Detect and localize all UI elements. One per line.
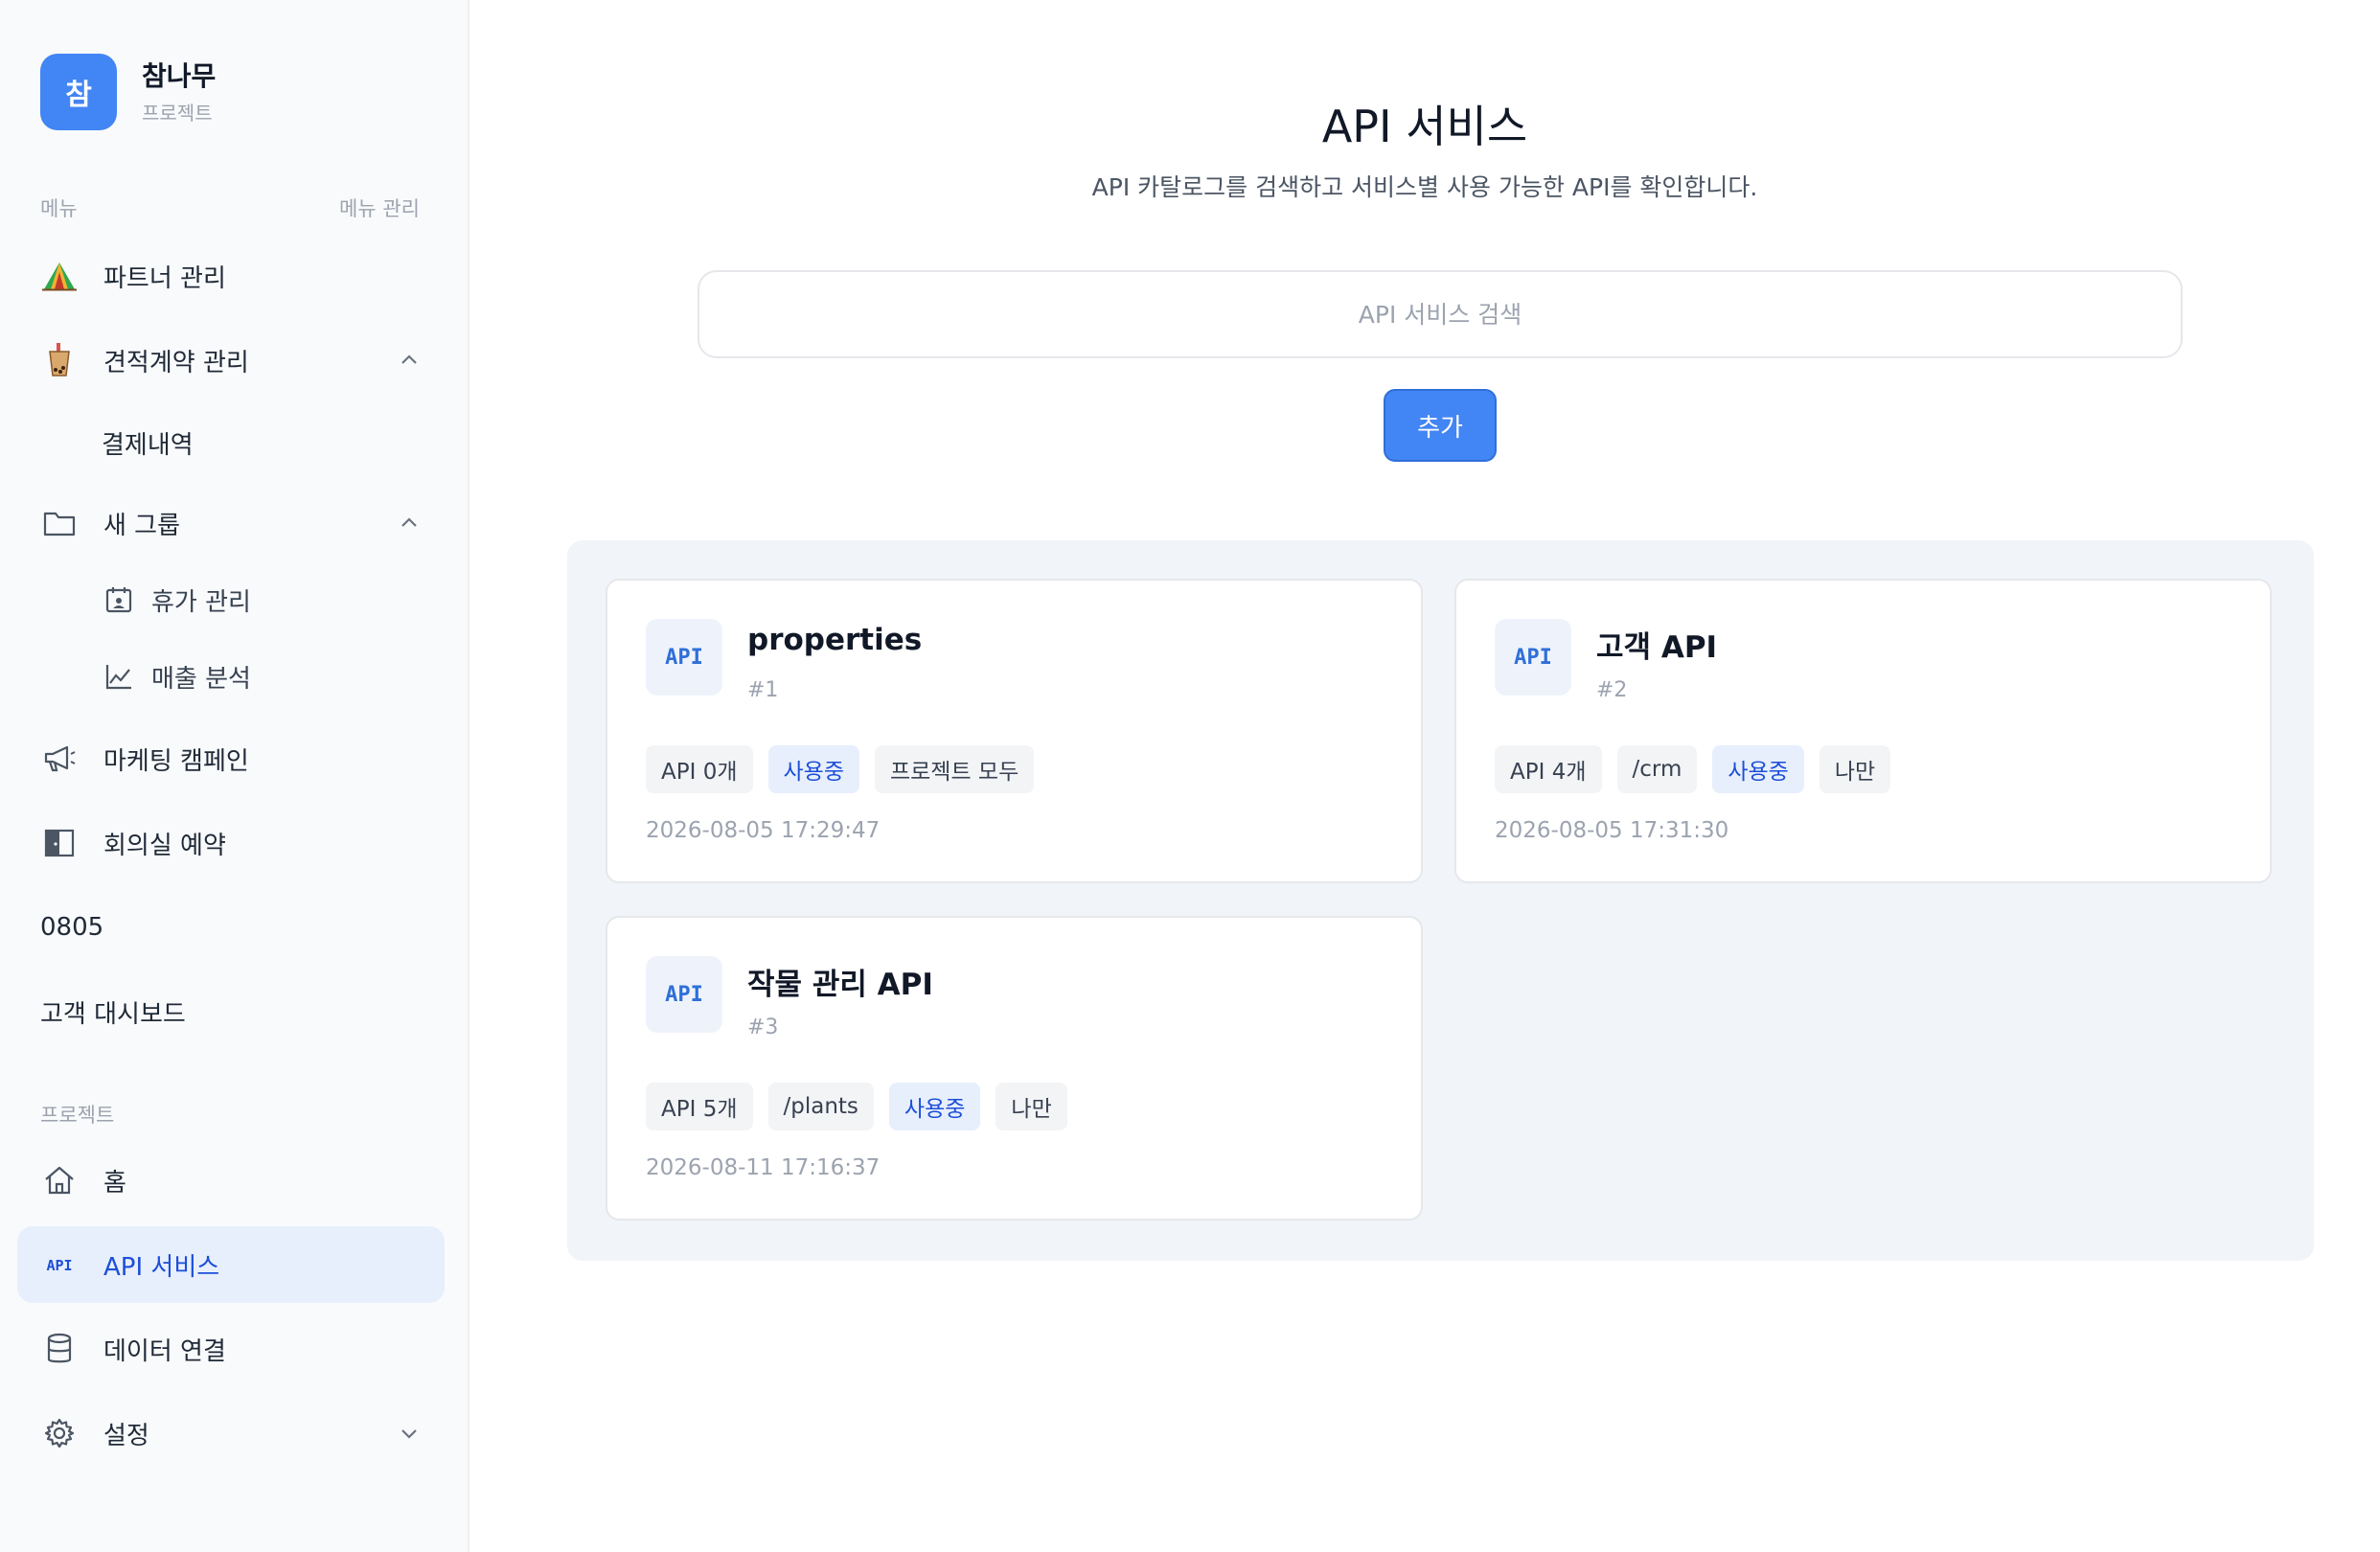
sidebar-item-marketing-campaign[interactable]: 마케팅 캠페인	[17, 720, 445, 797]
sidebar-item-label: 파트너 관리	[103, 263, 226, 293]
bubble-tea-icon	[40, 343, 79, 377]
chevron-up-icon[interactable]	[399, 349, 420, 377]
folder-icon	[40, 510, 79, 536]
project-switcher[interactable]: 참 참나무 프로젝트	[40, 54, 216, 130]
card-title: properties	[747, 623, 923, 657]
path-badge: /crm	[1616, 745, 1698, 793]
sidebar-item-label: 견적계약 관리	[103, 348, 249, 377]
sidebar-item-label: 홈	[103, 1168, 126, 1198]
sidebar-item-label: 설정	[103, 1421, 149, 1450]
sidebar-item-settings[interactable]: 설정	[17, 1395, 445, 1472]
api-service-search-input[interactable]	[698, 270, 2183, 358]
card-title: 고객 API	[1596, 630, 1718, 665]
page-title: API 서비스	[1321, 101, 1528, 152]
card-timestamp: 2026-08-05 17:29:47	[646, 818, 881, 843]
scope-badge: 나만	[995, 1083, 1067, 1130]
api-icon: API	[40, 1253, 79, 1276]
sidebar-item-label: 회의실 예약	[103, 831, 226, 860]
status-badge: 사용중	[888, 1083, 981, 1130]
sidebar-item-label: 마케팅 캠페인	[103, 746, 249, 776]
chevron-up-icon[interactable]	[399, 512, 420, 540]
sidebar-item-payment-history[interactable]: 결제내역	[17, 404, 445, 481]
sidebar-item-label: 매출 분석	[151, 664, 251, 694]
path-badge: /plants	[767, 1083, 874, 1130]
sidebar-item-home[interactable]: 홈	[17, 1142, 445, 1219]
api-service-card[interactable]: API 작물 관리 API #3 API 5개 /plants 사용중 나만 2…	[606, 916, 1423, 1221]
sidebar-item-label: 고객 대시보드	[40, 999, 186, 1029]
door-icon	[40, 828, 79, 858]
sidebar-item-quote-contract[interactable]: 견적계약 관리	[17, 322, 445, 399]
project-type: 프로젝트	[142, 101, 213, 125]
sidebar-item-label: API 서비스	[103, 1252, 220, 1282]
project-name: 참나무	[142, 59, 217, 92]
api-count-badge: API 0개	[646, 745, 753, 793]
api-count-badge: API 4개	[1495, 745, 1602, 793]
sidebar-item-sales-analysis[interactable]: 매출 분석	[17, 638, 445, 715]
sidebar-item-label: 휴가 관리	[151, 587, 251, 617]
sidebar-item-api-service[interactable]: API API 서비스	[17, 1226, 445, 1303]
api-service-list: API properties #1 API 0개 사용중 프로젝트 모두 202…	[567, 540, 2314, 1261]
database-icon	[40, 1333, 79, 1365]
line-chart-icon	[100, 662, 138, 691]
scope-badge: 나만	[1819, 745, 1891, 793]
megaphone-icon	[40, 744, 79, 773]
status-badge: 사용중	[1712, 745, 1804, 793]
api-icon: API	[1495, 619, 1571, 696]
sidebar: 참 참나무 프로젝트 메뉴 메뉴 관리 파트너 관리 견적계약 관리 결제내역 …	[0, 0, 469, 1552]
menu-section-label: 메뉴	[40, 197, 78, 220]
sidebar-item-label: 결제내역	[102, 430, 194, 460]
page-subtitle: API 카탈로그를 검색하고 서비스별 사용 가능한 API를 확인합니다.	[1091, 173, 1758, 201]
calendar-icon	[100, 585, 138, 614]
card-number: #3	[747, 1016, 779, 1039]
card-tags: API 0개 사용중 프로젝트 모두	[646, 745, 1049, 793]
sidebar-item-partner[interactable]: 파트너 관리	[17, 238, 445, 314]
sidebar-item-new-group[interactable]: 새 그룹	[17, 485, 445, 561]
api-icon: API	[646, 956, 722, 1033]
project-logo: 참	[40, 54, 117, 130]
sidebar-item-data-connection[interactable]: 데이터 연결	[17, 1311, 445, 1387]
card-tags: API 5개 /plants 사용중 나만	[646, 1083, 1083, 1130]
card-timestamp: 2026-08-11 17:16:37	[646, 1155, 881, 1180]
card-number: #1	[747, 678, 779, 702]
api-service-card[interactable]: API 고객 API #2 API 4개 /crm 사용중 나만 2026-08…	[1454, 579, 2272, 883]
add-button[interactable]: 추가	[1384, 389, 1497, 462]
manage-menu-link[interactable]: 메뉴 관리	[339, 194, 420, 222]
card-number: #2	[1596, 678, 1628, 702]
sidebar-item-label: 0805	[40, 913, 104, 942]
home-icon	[40, 1165, 79, 1196]
scope-badge: 프로젝트 모두	[874, 745, 1035, 793]
tent-icon	[40, 261, 79, 291]
api-service-card[interactable]: API properties #1 API 0개 사용중 프로젝트 모두 202…	[606, 579, 1423, 883]
svg-text:API: API	[46, 1257, 72, 1274]
sidebar-item-label: 데이터 연결	[103, 1336, 226, 1366]
api-icon: API	[646, 619, 722, 696]
card-tags: API 4개 /crm 사용중 나만	[1495, 745, 1906, 793]
api-count-badge: API 5개	[646, 1083, 753, 1130]
sidebar-item-vacation[interactable]: 휴가 관리	[17, 561, 445, 638]
card-title: 작물 관리 API	[747, 968, 933, 1002]
gear-icon	[40, 1417, 79, 1449]
project-section-label: 프로젝트	[40, 1104, 115, 1127]
sidebar-item-meeting-room[interactable]: 회의실 예약	[17, 805, 445, 881]
sidebar-item-customer-dashboard[interactable]: 고객 대시보드	[17, 973, 445, 1050]
card-timestamp: 2026-08-05 17:31:30	[1495, 818, 1729, 843]
status-badge: 사용중	[767, 745, 859, 793]
sidebar-item-label: 새 그룹	[103, 511, 181, 540]
chevron-down-icon[interactable]	[399, 1422, 420, 1450]
sidebar-item-0805[interactable]: 0805	[17, 889, 445, 966]
